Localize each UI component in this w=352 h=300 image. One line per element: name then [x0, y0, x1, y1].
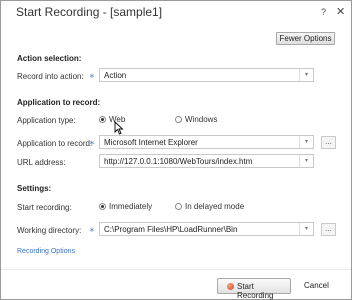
radio-delayed-mode-label[interactable]: In delayed mode [185, 202, 244, 211]
start-recording-button-label: Start Recording [237, 282, 274, 300]
application-type-label: Application type: [17, 116, 76, 125]
required-marker: ∗ [89, 227, 95, 234]
working-directory-value: C:\Program Files\HP\LoadRunner\Bin [104, 225, 238, 234]
application-to-record-value: Microsoft Internet Explorer [104, 138, 198, 147]
dialog-title: Start Recording - [sample1] [16, 5, 163, 19]
application-to-record-label: Application to record: [17, 139, 93, 148]
radio-web[interactable] [99, 116, 106, 123]
url-address-label: URL address: [17, 158, 66, 167]
start-recording-label: Start recording: [17, 203, 72, 212]
chevron-down-icon[interactable]: ▾ [299, 223, 313, 235]
settings-heading: Settings: [17, 184, 52, 193]
radio-delayed-mode[interactable] [175, 203, 182, 210]
chevron-down-icon[interactable]: ▾ [299, 69, 313, 81]
record-into-action-label: Record into action: [17, 72, 84, 81]
url-address-dropdown[interactable]: http://127.0.0.1:1080/WebTours/index.htm… [99, 154, 314, 168]
start-recording-dialog: Start Recording - [sample1] ? ✕ Fewer Op… [0, 0, 352, 300]
required-marker: ∗ [89, 140, 95, 147]
record-icon [227, 283, 234, 290]
browse-application-button[interactable]: ... [321, 136, 336, 149]
radio-windows-label[interactable]: Windows [185, 115, 217, 124]
title-bar: Start Recording - [sample1] ? ✕ [1, 1, 351, 23]
radio-immediately[interactable] [99, 203, 106, 210]
application-to-record-dropdown[interactable]: Microsoft Internet Explorer ▾ [99, 135, 314, 149]
record-into-action-dropdown[interactable]: Action ▾ [99, 68, 314, 82]
start-recording-button[interactable]: Start Recording [217, 278, 291, 300]
cancel-button[interactable]: Cancel [304, 281, 329, 290]
help-icon[interactable]: ? [321, 7, 326, 17]
chevron-down-icon[interactable]: ▾ [299, 155, 313, 167]
required-marker: ∗ [89, 73, 95, 80]
record-into-action-value: Action [104, 71, 127, 80]
radio-immediately-label[interactable]: Immediately [109, 202, 152, 211]
url-address-value: http://127.0.0.1:1080/WebTours/index.htm [104, 157, 253, 166]
action-selection-heading: Action selection: [17, 54, 82, 63]
working-directory-dropdown[interactable]: C:\Program Files\HP\LoadRunner\Bin ▾ [99, 222, 314, 236]
working-directory-label: Working directory: [17, 226, 82, 235]
close-icon[interactable]: ✕ [336, 5, 345, 18]
fewer-options-button[interactable]: Fewer Options [276, 32, 335, 45]
recording-options-link[interactable]: Recording Options [17, 248, 75, 255]
application-heading: Application to record: [17, 98, 101, 107]
footer-divider [1, 269, 351, 270]
radio-windows[interactable] [175, 116, 182, 123]
browse-directory-button[interactable]: ... [321, 223, 336, 236]
chevron-down-icon[interactable]: ▾ [299, 136, 313, 148]
mouse-cursor-icon [114, 121, 124, 135]
